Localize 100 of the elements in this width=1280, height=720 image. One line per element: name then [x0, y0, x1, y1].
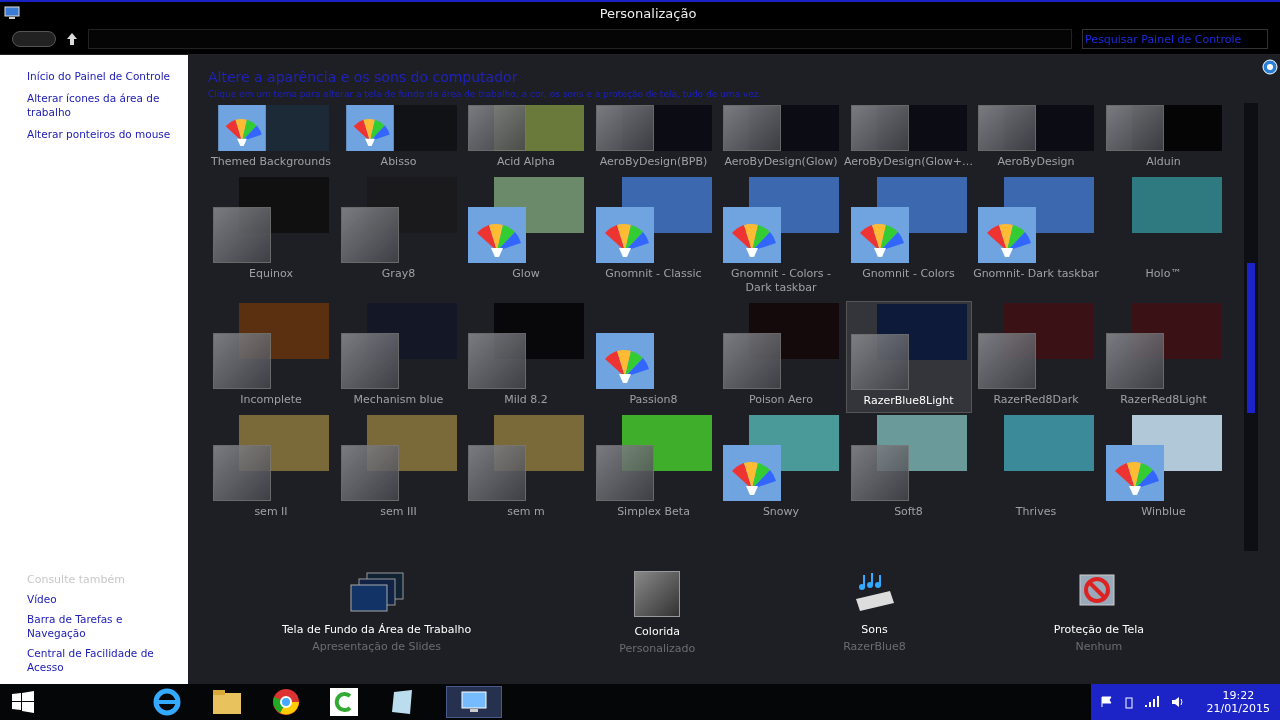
sidebar-link[interactable]: Início do Painel de Controle — [27, 69, 184, 83]
theme-tile[interactable]: Mild 8.2 — [463, 301, 589, 413]
glass-swatch — [723, 333, 781, 389]
theme-tile[interactable]: Alduin — [1100, 103, 1227, 175]
theme-tile[interactable]: Abisso — [335, 103, 462, 175]
theme-tile[interactable]: Snowy — [718, 413, 844, 521]
theme-name: Equinox — [249, 267, 293, 281]
glass-swatch — [468, 105, 526, 151]
browser-e-icon[interactable] — [152, 687, 182, 717]
theme-name: sem III — [380, 505, 417, 519]
theme-name: Abisso — [380, 155, 417, 169]
up-arrow-icon[interactable] — [66, 32, 78, 46]
theme-tile[interactable]: Gnomnit- Dark taskbar — [973, 175, 1099, 301]
theme-tile[interactable]: Acid Alpha — [463, 103, 589, 175]
theme-name: Acid Alpha — [496, 155, 556, 169]
stacked-pictures-icon[interactable] — [348, 571, 405, 615]
setting-link[interactable]: Colorida — [634, 625, 680, 638]
window-title: Personalização — [598, 5, 698, 21]
color-swatch-icon[interactable] — [634, 571, 681, 617]
theme-tile[interactable]: Gnomnit - Colors — [845, 175, 972, 301]
theme-tile[interactable]: AeroByDesign(BPB) — [590, 103, 717, 175]
color-palette-icon — [1105, 445, 1164, 501]
theme-tile[interactable]: RazerRed8Dark — [973, 301, 1099, 413]
theme-tile[interactable]: AeroByDesign(Glow) — [718, 103, 844, 175]
glass-swatch — [213, 333, 271, 389]
theme-tile[interactable]: sem m — [463, 413, 589, 521]
glass-swatch — [850, 334, 909, 390]
clock-time[interactable]: 19:22 — [1222, 689, 1255, 702]
control-panel-taskbar-button[interactable] — [446, 686, 502, 718]
sidebar-link[interactable]: Vídeo — [27, 592, 184, 606]
scrollbar[interactable] — [1244, 103, 1258, 551]
glass-swatch — [978, 105, 1036, 151]
theme-name: Poison Aero — [748, 393, 814, 407]
folder-icon[interactable] — [212, 689, 242, 715]
address-field[interactable] — [88, 29, 1072, 49]
glass-swatch — [1105, 105, 1164, 151]
theme-tile[interactable]: Themed Backgrounds — [208, 103, 334, 175]
color-palette-icon — [723, 445, 781, 501]
color-palette-icon — [723, 207, 781, 263]
theme-name: Gnomnit - Colors - Dark taskbar — [729, 267, 833, 295]
back-forward-button[interactable] — [12, 31, 56, 47]
setting-link[interactable]: Sons — [861, 623, 888, 636]
theme-tile[interactable]: Passion8 — [590, 301, 717, 413]
theme-tile[interactable]: RazerRed8Light — [1100, 301, 1227, 413]
theme-tile[interactable]: AeroByDesign — [973, 103, 1099, 175]
theme-name: RazerRed8Dark — [993, 393, 1079, 407]
sidebar-link[interactable]: Central de Facilidade de Acesso — [27, 646, 184, 674]
theme-tile[interactable]: Holo™ — [1100, 175, 1227, 301]
battery-icon[interactable] — [1124, 695, 1133, 709]
theme-name: Holo™ — [1145, 267, 1182, 281]
theme-tile[interactable]: sem III — [335, 413, 462, 521]
sidebar-link[interactable]: Barra de Tarefas e Navegação — [27, 612, 184, 640]
theme-name: Mild 8.2 — [504, 393, 548, 407]
theme-tile[interactable]: AeroByDesign(Glow+… — [845, 103, 972, 175]
chrome-icon[interactable] — [272, 688, 300, 716]
theme-name: sem m — [507, 505, 545, 519]
setting-link[interactable]: Tela de Fundo da Área de Trabalho — [282, 623, 472, 636]
theme-name: Mechanism blue — [353, 393, 444, 407]
theme-name: Thrives — [1015, 505, 1057, 519]
signal-icon[interactable] — [1144, 696, 1159, 708]
theme-tile[interactable]: Thrives — [973, 413, 1099, 521]
sidebar-link[interactable]: Alterar ícones da área de trabalho — [27, 91, 184, 119]
setting-value: Personalizado — [619, 642, 696, 655]
theme-tile[interactable]: Equinox — [208, 175, 334, 301]
theme-tile[interactable]: Gnomnit - Colors - Dark taskbar — [718, 175, 844, 301]
theme-tile[interactable]: Gray8 — [335, 175, 462, 301]
theme-tile[interactable]: sem II — [208, 413, 334, 521]
theme-tile[interactable]: Gnomnit - Classic — [590, 175, 717, 301]
theme-name: Alduin — [1146, 155, 1181, 169]
theme-name: Gnomnit - Colors — [862, 267, 955, 281]
theme-tile[interactable]: Glow — [463, 175, 589, 301]
theme-name: Gray8 — [381, 267, 416, 281]
windows-logo-icon[interactable] — [12, 691, 34, 713]
glass-swatch — [340, 445, 399, 501]
theme-tile[interactable]: Poison Aero — [718, 301, 844, 413]
search-field[interactable]: Pesquisar Painel de Controle — [1082, 29, 1268, 49]
setting-link[interactable]: Proteção de Tela — [1053, 623, 1144, 636]
sidebar-link[interactable]: Alterar ponteiros do mouse — [27, 127, 184, 141]
help-icon[interactable] — [1262, 59, 1278, 75]
letter-c-app-icon[interactable] — [330, 688, 358, 716]
theme-tile[interactable]: RazerBlue8Light — [845, 301, 972, 413]
speaker-icon[interactable] — [1170, 696, 1185, 708]
theme-name: AeroByDesign — [997, 155, 1075, 169]
glass-swatch — [340, 333, 399, 389]
theme-tile[interactable]: Simplex Beta — [590, 413, 717, 521]
theme-name: RazerRed8Light — [1120, 393, 1207, 407]
theme-tile[interactable]: Incomplete — [208, 301, 334, 413]
flag-icon[interactable] — [1100, 696, 1113, 708]
color-palette-icon — [595, 333, 654, 389]
theme-name: Gnomnit- Dark taskbar — [973, 267, 1099, 281]
theme-tile[interactable]: Mechanism blue — [335, 301, 462, 413]
theme-name: AeroByDesign(Glow+… — [844, 155, 973, 169]
color-palette-icon — [978, 207, 1036, 263]
setting-value: Apresentação de Slides — [312, 640, 442, 653]
clock-date[interactable]: 21/01/2015 — [1206, 702, 1270, 715]
theme-tile[interactable]: Winblue — [1100, 413, 1227, 521]
theme-tile[interactable]: Soft8 — [845, 413, 972, 521]
glass-swatch — [468, 333, 526, 389]
glass-swatch — [850, 445, 909, 501]
theme-name: Glow — [512, 267, 540, 281]
